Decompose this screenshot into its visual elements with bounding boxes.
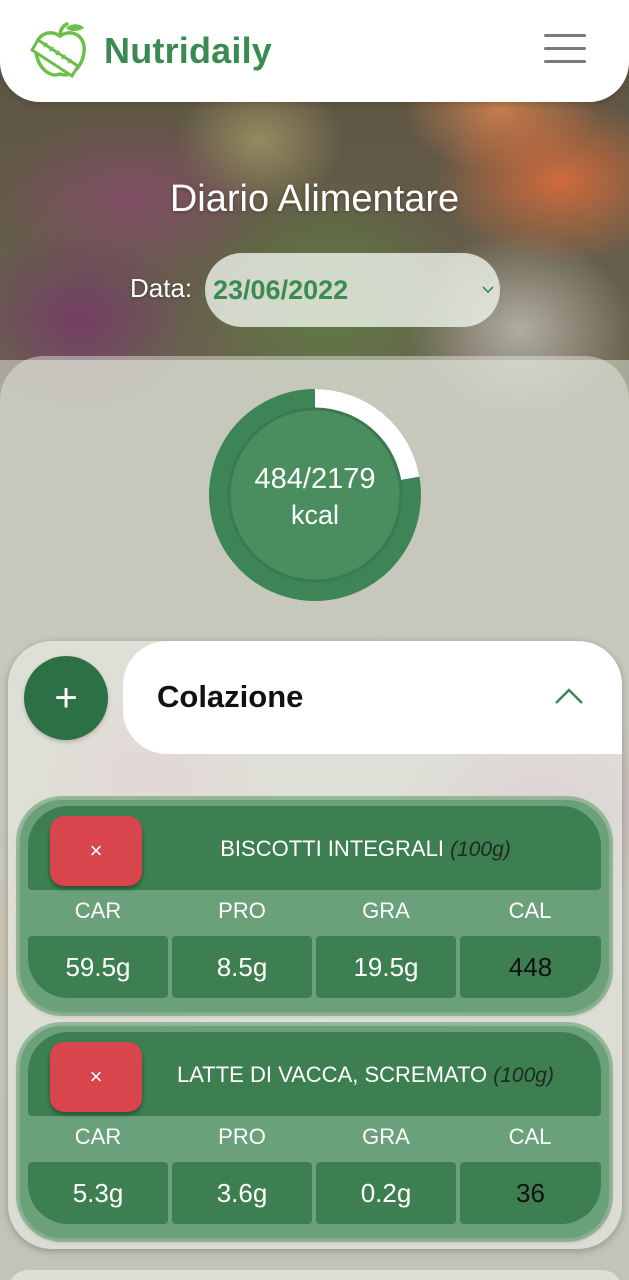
calorie-value: 484/2179 [254,463,376,495]
macro-label-cal: CAL [508,898,552,923]
add-food-button[interactable]: + [24,656,108,740]
macro-label-pro: PRO [218,1124,266,1149]
meal-title: Colazione [157,679,304,714]
food-name: LATTE DI VACCA, SCREMATO (100g) [142,1062,589,1088]
macro-value-car: 5.3g [28,1162,168,1224]
food-item: × LATTE DI VACCA, SCREMATO (100g) CAR PR… [20,1026,609,1238]
food-name-text: LATTE DI VACCA, SCREMATO [177,1062,488,1087]
macro-value-gra: 0.2g [316,1162,456,1224]
macro-label-gra: GRA [362,898,410,923]
macro-label-car: CAR [74,1124,122,1149]
hamburger-menu-icon[interactable] [544,34,586,68]
macro-value-pro: 3.6g [172,1162,312,1224]
next-meal-card-edge [8,1270,622,1280]
macro-labels: CAR PRO GRA CAL [28,898,601,928]
macro-label-pro: PRO [218,898,266,923]
macro-value-car: 59.5g [28,936,168,998]
food-name-text: BISCOTTI INTEGRALI [220,836,444,861]
date-value: 23/06/2022 [213,275,349,305]
date-select[interactable]: 23/06/2022 [205,253,500,327]
macro-value-cal: 448 [460,936,601,998]
apple-measuring-tape-icon [30,22,86,79]
chevron-down-icon [482,286,494,294]
meal-header[interactable]: Colazione [123,641,622,754]
app-header: Nutridaily [0,0,629,102]
macro-labels: CAR PRO GRA CAL [28,1124,601,1154]
macro-values: 59.5g 8.5g 19.5g 448 [28,936,601,998]
chevron-up-icon[interactable] [553,687,585,705]
calorie-unit: kcal [290,500,339,530]
date-label: Data: [130,273,193,303]
macro-label-car: CAR [74,898,122,923]
remove-food-button[interactable]: × [50,816,142,886]
brand-name: Nutridaily [104,30,273,71]
food-portion: (100g) [450,838,511,861]
food-item-header: × LATTE DI VACCA, SCREMATO (100g) [28,1032,601,1116]
macro-label-cal: CAL [508,1124,552,1149]
macro-value-pro: 8.5g [172,936,312,998]
food-item: × BISCOTTI INTEGRALI (100g) CAR PRO GRA … [20,800,609,1012]
macro-label-gra: GRA [362,1124,410,1149]
remove-food-button[interactable]: × [50,1042,142,1112]
calorie-summary: 484/2179 kcal [207,387,423,603]
page-title: Diario Alimentare [169,178,460,220]
food-portion: (100g) [493,1064,554,1087]
macro-values: 5.3g 3.6g 0.2g 36 [28,1162,601,1224]
food-item-header: × BISCOTTI INTEGRALI (100g) [28,806,601,890]
macro-value-gra: 19.5g [316,936,456,998]
food-name: BISCOTTI INTEGRALI (100g) [142,836,589,862]
macro-value-cal: 36 [460,1162,601,1224]
